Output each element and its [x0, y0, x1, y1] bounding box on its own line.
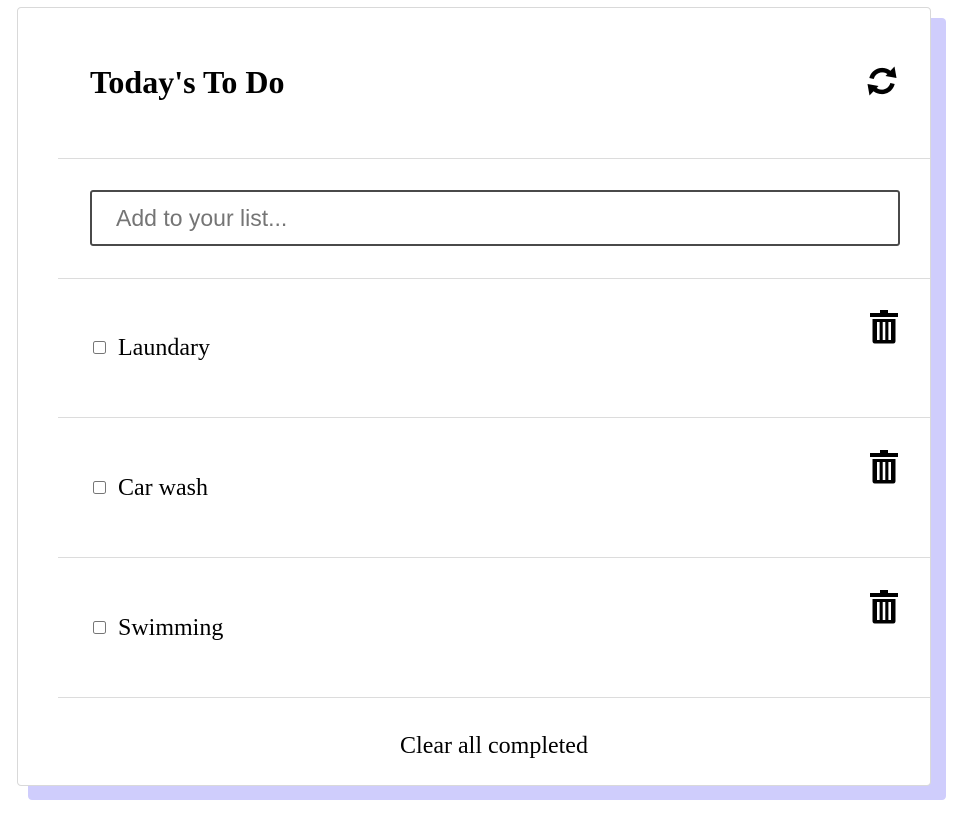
delete-button[interactable] — [870, 450, 898, 484]
todo-checkbox[interactable] — [93, 341, 106, 354]
todo-list: Laundary Car wash Swimming — [58, 278, 930, 698]
trash-icon — [870, 310, 898, 344]
page-title: Today's To Do — [90, 64, 285, 100]
card-header: Today's To Do — [58, 8, 930, 159]
delete-button[interactable] — [870, 590, 898, 624]
todo-label: Laundary — [118, 335, 210, 361]
refresh-button[interactable] — [864, 63, 900, 99]
todo-checkbox[interactable] — [93, 621, 106, 634]
list-item: Swimming — [58, 558, 930, 698]
delete-button[interactable] — [870, 310, 898, 344]
trash-icon — [870, 450, 898, 484]
card-footer: Clear all completed — [58, 698, 930, 786]
todo-label: Swimming — [118, 615, 224, 641]
todo-checkbox[interactable] — [93, 481, 106, 494]
add-item-row — [58, 158, 930, 279]
list-item: Car wash — [58, 418, 930, 558]
list-item: Laundary — [58, 278, 930, 418]
todo-label: Car wash — [118, 475, 208, 501]
add-item-input[interactable] — [90, 190, 900, 246]
trash-icon — [870, 590, 898, 624]
todo-card: Today's To Do Laundary — [17, 7, 931, 786]
clear-completed-button[interactable]: Clear all completed — [58, 732, 930, 760]
refresh-icon — [867, 66, 897, 96]
